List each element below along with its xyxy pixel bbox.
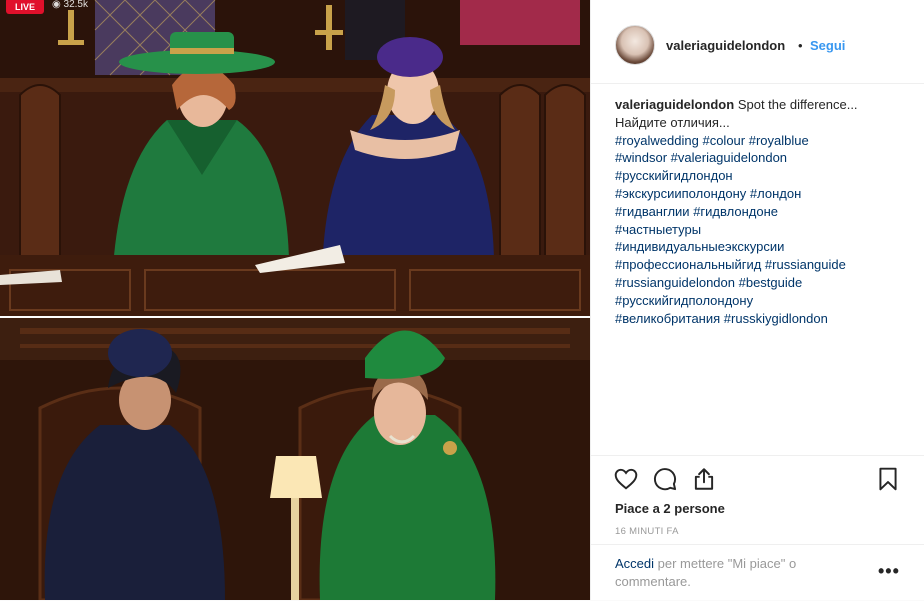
hashtag[interactable]: #частныетуры xyxy=(615,222,701,237)
viewer-count-value: 32.5k xyxy=(63,0,88,10)
save-button[interactable] xyxy=(875,466,901,492)
hashtag[interactable]: #russkiygidlondon xyxy=(724,311,828,326)
header-separator: • xyxy=(798,38,803,53)
comment-button[interactable] xyxy=(652,466,678,492)
hashtag[interactable]: #лондон xyxy=(750,186,801,201)
hashtag[interactable]: #гидванглии xyxy=(615,204,690,219)
hashtag[interactable]: #royalblue xyxy=(749,133,809,148)
comment-login-row: Accedi per mettere "Mi piace" o commenta… xyxy=(591,544,924,601)
follow-button[interactable]: Segui xyxy=(810,38,845,53)
hashtag[interactable]: #экскурсииполондону xyxy=(615,186,746,201)
top-scene xyxy=(0,0,590,318)
avatar[interactable] xyxy=(615,25,655,65)
caption-username[interactable]: valeriaguidelondon xyxy=(615,97,734,112)
post-timestamp[interactable]: 16 MINUTI FA xyxy=(615,526,679,537)
photo-bottom-panel xyxy=(0,318,590,600)
post-photo[interactable]: LIVE ◉ 32.5k xyxy=(0,0,590,600)
post-header: valeriaguidelondon • Segui xyxy=(591,0,924,84)
caption-text-line2: Найдите отличия... xyxy=(615,114,730,130)
more-options-icon[interactable]: ••• xyxy=(878,561,900,582)
photo-top-panel: LIVE ◉ 32.5k xyxy=(0,0,590,318)
hashtag[interactable]: #гидвлондоне xyxy=(693,204,778,219)
likes-count[interactable]: Piace a 2 persone xyxy=(615,501,725,516)
instagram-post: LIVE ◉ 32.5k valeriaguidelondon • Segui … xyxy=(0,0,924,600)
bookmark-icon xyxy=(879,467,897,491)
post-caption: valeriaguidelondon Spot the difference..… xyxy=(615,96,905,327)
share-icon xyxy=(694,468,714,490)
bottom-scene xyxy=(0,318,590,600)
header-username[interactable]: valeriaguidelondon xyxy=(666,38,785,53)
hashtag[interactable]: #valeriaguidelondon xyxy=(671,150,787,165)
like-button[interactable] xyxy=(613,466,639,492)
hashtag[interactable]: #индивидуальныеэкскурсии xyxy=(615,239,784,254)
live-badge: LIVE xyxy=(6,0,44,14)
post-actions: Piace a 2 persone 16 MINUTI FA Accedi pe… xyxy=(591,455,924,600)
hashtag[interactable]: #великобритания xyxy=(615,311,720,326)
hashtag[interactable]: #russianguide xyxy=(765,257,846,272)
hashtag[interactable]: #windsor xyxy=(615,150,667,165)
comment-icon xyxy=(653,468,677,491)
hashtag[interactable]: #русскийгидполондону xyxy=(615,293,753,308)
post-sidebar: valeriaguidelondon • Segui valeriaguidel… xyxy=(590,0,924,600)
share-button[interactable] xyxy=(691,466,717,492)
heart-icon xyxy=(614,468,638,490)
comment-prompt: Accedi per mettere "Mi piace" o commenta… xyxy=(615,555,855,591)
hashtag[interactable]: #colour xyxy=(702,133,745,148)
hashtag[interactable]: #профессиональныйгид xyxy=(615,257,761,272)
login-link[interactable]: Accedi xyxy=(615,556,654,571)
eye-icon: ◉ xyxy=(52,0,64,10)
hashtag[interactable]: #bestguide xyxy=(739,275,803,290)
caption-text-line1: Spot the difference... xyxy=(737,97,858,112)
hashtag[interactable]: #русскийгидлондон xyxy=(615,168,733,183)
viewer-count: ◉ 32.5k xyxy=(52,0,88,10)
hashtag[interactable]: #royalwedding xyxy=(615,133,699,148)
hashtag[interactable]: #russianguidelondon xyxy=(615,275,735,290)
